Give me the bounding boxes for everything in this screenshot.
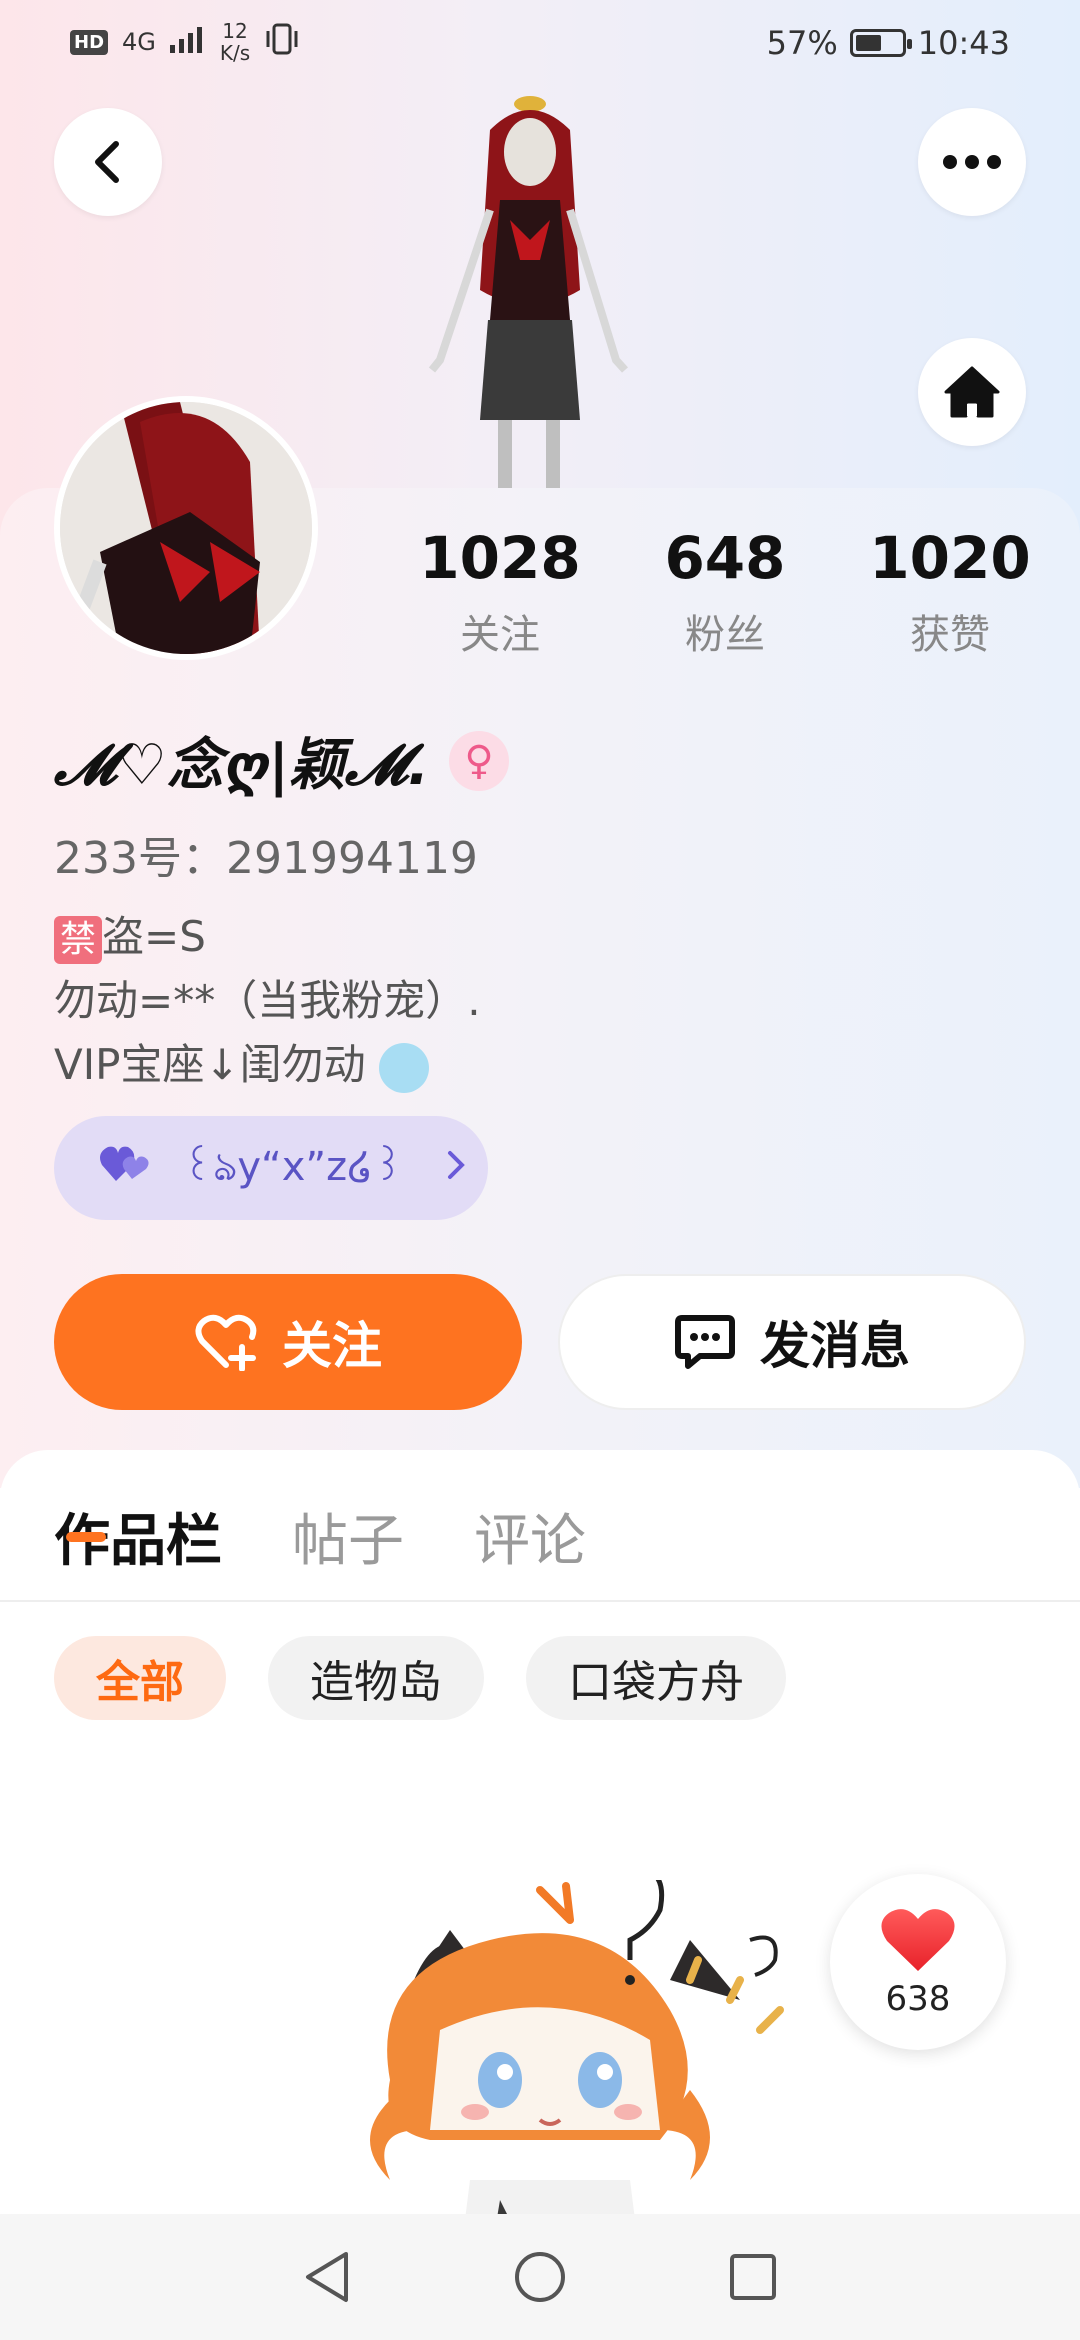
clock: 10:43 [917,24,1010,62]
back-button[interactable] [54,108,162,216]
home-icon [944,366,1000,418]
chevron-right-icon [446,1145,466,1191]
heart-icon [881,1909,955,1971]
cold-face-emoji-icon [379,1042,429,1093]
avatar-image [60,402,312,654]
more-dots-icon [943,155,1001,169]
character-model-image [428,96,628,490]
chip-pocket-ark[interactable]: 口袋方舟 [526,1636,786,1720]
network-type: 4G [122,28,156,56]
active-tab-indicator [66,1532,106,1542]
stat-label: 关注 [460,612,540,658]
battery-level [855,35,881,51]
like-count: 638 [885,1979,951,2019]
tabs-divider [0,1600,1080,1602]
vibrate-icon [264,23,300,61]
chip-all[interactable]: 全部 [54,1636,226,1720]
username: 𝓜♡念ღ|颖𝓜. [54,733,429,798]
nav-back-button[interactable] [287,2237,367,2317]
bio-line: 禁盗=S [54,905,481,969]
stat-label: 获赞 [910,612,990,658]
friend-badge-pill[interactable]: ꒰ঌy“x”z໒꒱ [54,1116,488,1220]
follow-label: 关注 [282,1317,382,1375]
stat-value: 1028 [419,524,581,592]
gender-female-icon: ♀ [448,730,509,791]
battery-icon [849,29,912,57]
stat-likes[interactable]: 1020 获赞 [850,520,1050,660]
triangle-back-icon [305,2252,348,2302]
tab-posts[interactable]: 帖子 [292,1496,404,1577]
stat-value: 648 [664,524,786,592]
battery-percent: 57% [766,24,838,62]
bio-line: 勿动=**（当我粉宠）. [54,976,481,1025]
content-tabs: 作品栏 帖子 评论 [54,1496,586,1577]
square-recents-icon [730,2254,777,2300]
more-button[interactable] [918,108,1026,216]
status-bar: HD 4G 12 K/s 57% 10:43 [0,0,1080,90]
avatar[interactable] [54,396,318,660]
send-message-button[interactable]: 发消息 [558,1274,1026,1410]
tab-comments[interactable]: 评论 [474,1496,586,1577]
circle-home-icon [514,2252,565,2302]
message-label: 发消息 [760,1317,910,1375]
username-row: 𝓜♡念ღ|颖𝓜. ♀ [54,720,509,801]
stat-followers[interactable]: 648 粉丝 [625,520,825,660]
bio-line: VIP宝座↓闺勿动 [54,1033,481,1097]
signal-icon [169,25,206,59]
hd-badge: HD [70,29,109,55]
profile-stats: 1028 关注 648 粉丝 1020 获赞 [400,520,1050,660]
bio: 禁盗=S 勿动=**（当我粉宠）. VIP宝座↓闺勿动 [54,905,481,1097]
chip-creation-island[interactable]: 造物岛 [268,1636,484,1720]
user-id[interactable]: 233号：291994119 [54,822,478,886]
system-navigation-bar [0,2214,1080,2340]
filter-chips: 全部 造物岛 口袋方舟 [54,1636,786,1720]
nav-home-button[interactable] [500,2237,580,2317]
ban-tag: 禁 [54,916,103,964]
chat-bubble-icon [675,1315,735,1369]
pill-text: ꒰ঌy“x”z໒꒱ [182,1143,404,1190]
nav-recents-button[interactable] [713,2237,793,2317]
home-button[interactable] [918,338,1026,446]
network-speed: 12 K/s [219,19,251,65]
follow-button[interactable]: 关注 [54,1274,522,1410]
stat-value: 1020 [869,524,1031,592]
heart-plus-icon [195,1314,257,1371]
stat-following[interactable]: 1028 关注 [400,520,600,660]
like-floating-button[interactable]: 638 [830,1874,1006,2050]
content-section: 作品栏 帖子 评论 全部 造物岛 口袋方舟 638 [0,1450,1080,2340]
double-heart-icon [98,1141,154,1196]
stat-label: 粉丝 [685,612,765,658]
chevron-left-icon [95,141,119,183]
